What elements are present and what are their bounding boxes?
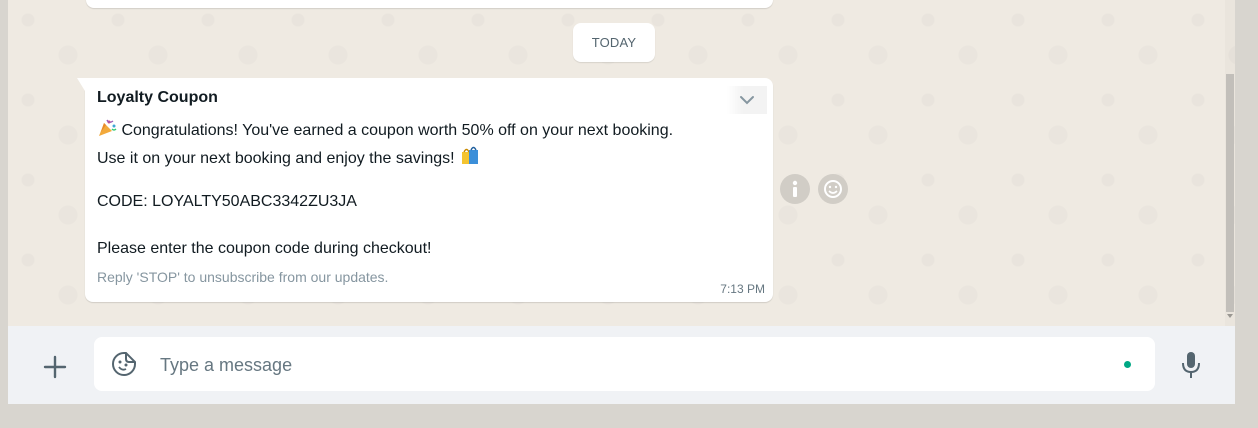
emoji-reaction-icon <box>824 180 842 198</box>
chevron-down-icon <box>740 96 754 105</box>
chat-window: TODAY Loyalty Coupon Congratulations! Yo… <box>8 0 1235 404</box>
message-side-actions <box>780 174 848 204</box>
bubble-tail <box>77 78 85 91</box>
scrollbar-thumb[interactable] <box>1226 74 1234 312</box>
info-icon <box>792 180 798 197</box>
shopping-bags-icon <box>462 146 479 164</box>
party-popper-icon <box>99 119 117 136</box>
message-line-2: Use it on your next booking and enjoy th… <box>97 144 481 168</box>
message-line-2-text: Use it on your next booking and enjoy th… <box>97 150 455 167</box>
message-input[interactable] <box>158 347 1102 383</box>
attach-button[interactable] <box>40 352 70 382</box>
scroll-down-arrow[interactable] <box>1227 314 1233 318</box>
scrollbar[interactable] <box>1225 0 1235 326</box>
sticker-button[interactable] <box>110 350 138 378</box>
status-dot <box>1124 361 1131 368</box>
message-line-1: Congratulations! You've earned a coupon … <box>97 118 673 140</box>
voice-message-button[interactable] <box>1176 348 1206 382</box>
plus-icon <box>43 355 67 379</box>
sticker-icon <box>112 352 136 376</box>
message-menu-button[interactable] <box>727 86 767 114</box>
message-instruction: Please enter the coupon code during chec… <box>97 240 432 257</box>
message-list: TODAY Loyalty Coupon Congratulations! Yo… <box>8 0 1235 326</box>
date-divider: TODAY <box>573 23 655 62</box>
message-title: Loyalty Coupon <box>97 89 218 106</box>
coupon-code: CODE: LOYALTY50ABC3342ZU3JA <box>97 193 357 210</box>
message-footer: Reply 'STOP' to unsubscribe from our upd… <box>97 269 389 285</box>
message-line-1-text: Congratulations! You've earned a coupon … <box>121 122 674 139</box>
message-timestamp: 7:13 PM <box>720 282 765 296</box>
previous-message-bubble[interactable] <box>86 0 773 8</box>
message-input-box <box>94 337 1155 391</box>
react-button[interactable] <box>818 174 848 204</box>
message-info-button[interactable] <box>780 174 810 204</box>
message-bubble[interactable]: Loyalty Coupon Congratulations! You've e… <box>77 78 773 302</box>
composer-bar <box>8 326 1235 404</box>
microphone-icon <box>1182 352 1200 378</box>
